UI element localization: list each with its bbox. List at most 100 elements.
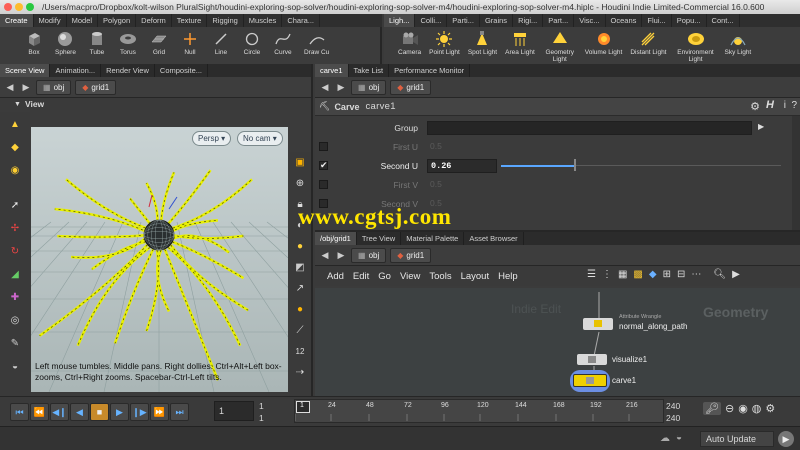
torus-tool[interactable]: Torus: [118, 27, 138, 64]
timeline[interactable]: 1 24 48 72 96 120 144 168 192 216: [294, 399, 664, 423]
info-icon[interactable]: i: [784, 100, 786, 111]
tab-render-view[interactable]: Render View: [101, 64, 155, 77]
paint-tool-icon[interactable]: ✎: [7, 335, 23, 351]
shelf-tab-lights[interactable]: Ligh...: [384, 14, 416, 27]
global-animation-options-icon[interactable]: ⚙: [765, 402, 775, 415]
camera-menu-button[interactable]: No cam ▾: [237, 131, 283, 146]
view-menu-icon[interactable]: ▼: [14, 101, 21, 108]
tab-asset-browser[interactable]: Asset Browser: [464, 232, 524, 245]
camera-view-icon[interactable]: ◩: [292, 259, 308, 275]
shelf-tab-modify[interactable]: Modify: [34, 14, 67, 27]
spot-light-tool[interactable]: Spot Light: [468, 27, 497, 64]
scale-tool-icon[interactable]: ◢: [7, 266, 23, 282]
persp-menu-button[interactable]: Persp ▾: [192, 131, 232, 146]
first-v-checkbox[interactable]: [319, 180, 328, 189]
curve-tool[interactable]: Curve: [273, 27, 293, 64]
menu-go[interactable]: Go: [378, 271, 391, 282]
dependency-icon[interactable]: ⊞: [663, 269, 671, 280]
circle-tool[interactable]: Circle: [242, 27, 262, 64]
rotate-tool-icon[interactable]: ↻: [7, 243, 23, 259]
path-node[interactable]: ◆ grid1: [390, 79, 432, 95]
path-node[interactable]: ◆ grid1: [390, 247, 432, 263]
stop-icon[interactable]: ■: [90, 403, 109, 421]
gear-icon[interactable]: ⚙: [750, 100, 760, 113]
node-carve1[interactable]: [573, 374, 607, 387]
shelf-tab-collisions[interactable]: Colli...: [415, 14, 448, 27]
shelf-tab-fluid-containers[interactable]: Flui...: [642, 14, 672, 27]
line-tool[interactable]: Line: [211, 27, 231, 64]
minimize-window-button[interactable]: [15, 3, 23, 11]
normals-icon[interactable]: ⇢: [292, 364, 308, 380]
help-h-icon[interactable]: H: [766, 99, 774, 111]
first-u-checkbox[interactable]: [319, 142, 328, 151]
volume-light-tool[interactable]: Volume Light: [585, 27, 622, 64]
point-display-icon[interactable]: ●: [292, 301, 308, 317]
network-right-arrow-icon[interactable]: ▶: [732, 269, 740, 280]
forward-arrow-icon[interactable]: ▶: [335, 249, 347, 261]
video-play-overlay-icon[interactable]: ▶: [778, 431, 794, 447]
audio-icon[interactable]: ◍: [752, 402, 762, 415]
geometry-spreadsheet-icon[interactable]: ◒: [676, 432, 682, 443]
grid-mode-icon[interactable]: ▦: [618, 269, 627, 280]
key-tool-icon[interactable]: 🔑︎: [703, 402, 721, 415]
menu-add[interactable]: Add: [327, 271, 344, 282]
shelf-tab-particle-fluids[interactable]: Part...: [543, 14, 575, 27]
view-tool-icon[interactable]: ◎: [7, 312, 23, 328]
path-network[interactable]: ▦ obj: [351, 247, 387, 263]
menu-tools[interactable]: Tools: [429, 271, 451, 282]
shelf-tab-muscles[interactable]: Muscles: [244, 14, 283, 27]
wireframe-icon[interactable]: ⊕: [292, 175, 308, 191]
tab-carve1[interactable]: carve1: [315, 64, 349, 77]
tab-take-list[interactable]: Take List: [349, 64, 390, 77]
shelf-tab-texture[interactable]: Texture: [172, 14, 208, 27]
point-light-tool[interactable]: Point Light: [429, 27, 460, 64]
point-numbers-icon[interactable]: 12: [292, 343, 308, 359]
shelf-tab-deform[interactable]: Deform: [136, 14, 172, 27]
shelf-tab-viscous[interactable]: Visc...: [574, 14, 606, 27]
second-u-slider-handle[interactable]: [574, 159, 576, 171]
pointer-icon[interactable]: ➚: [7, 197, 23, 213]
help-icon[interactable]: ?: [791, 100, 797, 111]
step-back-icon[interactable]: ◀❙: [50, 403, 69, 421]
shape-palette-icon[interactable]: ◆: [649, 269, 657, 280]
path-network[interactable]: ▦ obj: [351, 79, 387, 95]
select-mode-icon[interactable]: ▲: [7, 116, 23, 132]
edge-display-icon[interactable]: ⟋: [292, 322, 308, 338]
menu-help[interactable]: Help: [498, 271, 518, 282]
shelf-tab-rigging[interactable]: Rigging: [207, 14, 244, 27]
param-scrollbar[interactable]: [792, 116, 800, 230]
search-icon[interactable]: 🔍︎: [713, 269, 726, 280]
light-bulb-icon[interactable]: ●: [292, 238, 308, 254]
transform-mode-icon[interactable]: ◆: [7, 139, 23, 155]
tab-material-palette[interactable]: Material Palette: [401, 232, 465, 245]
play-reverse-icon[interactable]: ◀: [70, 403, 89, 421]
display-options-icon[interactable]: ▣: [292, 154, 308, 170]
shelf-tab-polygon[interactable]: Polygon: [98, 14, 137, 27]
snapping-icon[interactable]: ↗: [292, 280, 308, 296]
shelf-tab-particles[interactable]: Parti...: [447, 14, 480, 27]
back-arrow-icon[interactable]: ◀: [319, 81, 331, 93]
network-options-icon[interactable]: ⋯: [691, 269, 701, 280]
group-field[interactable]: [427, 120, 752, 135]
draw-curve-tool[interactable]: Draw Cu: [304, 27, 329, 64]
tab-scene-view[interactable]: Scene View: [0, 64, 51, 77]
sky-light-tool[interactable]: Sky Light: [725, 27, 751, 64]
back-arrow-icon[interactable]: ◀: [319, 249, 331, 261]
viewport[interactable]: Persp ▾ No cam ▾ Left mouse tumbles. Mid…: [31, 127, 288, 392]
node-normal-along-path[interactable]: [583, 318, 613, 330]
network-canvas[interactable]: Geometry Indie Edit Attribute Wrangle no…: [315, 288, 800, 398]
distant-light-tool[interactable]: Distant Light: [630, 27, 667, 64]
camera-tool[interactable]: Camera: [398, 27, 421, 64]
node-name-field[interactable]: carve1: [365, 101, 395, 112]
auto-update-dropdown[interactable]: Auto Update: [700, 431, 774, 447]
first-u-field[interactable]: 0.5: [427, 140, 497, 154]
shelf-tab-characters[interactable]: Chara...: [282, 14, 320, 27]
back-arrow-icon[interactable]: ◀: [4, 81, 16, 93]
tree-mode-icon[interactable]: ⋮: [602, 269, 612, 280]
second-u-checkbox[interactable]: ✔: [319, 161, 328, 170]
first-v-field[interactable]: 0.5: [427, 178, 497, 192]
tab-tree-view[interactable]: Tree View: [357, 232, 402, 245]
shelf-tab-oceans[interactable]: Oceans: [606, 14, 643, 27]
start-frame-field[interactable]: 1: [259, 401, 264, 411]
environment-light-tool[interactable]: Environment Light: [675, 27, 717, 64]
